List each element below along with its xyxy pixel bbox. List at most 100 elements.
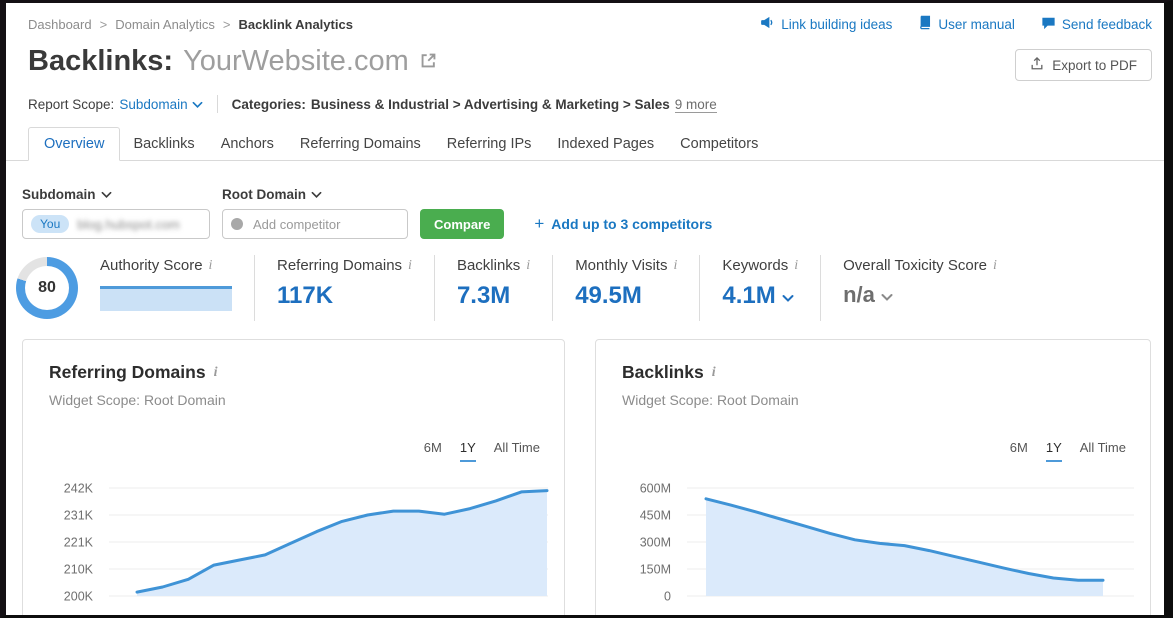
categories-text: Categories:Business & Industrial > Adver… xyxy=(232,97,717,112)
link-building-ideas-label: Link building ideas xyxy=(781,17,892,32)
time-range-6m[interactable]: 6M xyxy=(424,440,442,462)
send-feedback-link[interactable]: Send feedback xyxy=(1041,16,1152,33)
tab-referring-domains[interactable]: Referring Domains xyxy=(287,128,434,160)
megaphone-icon xyxy=(760,15,775,33)
authority-score-label: Authority Score xyxy=(100,257,203,274)
export-to-pdf-button[interactable]: Export to PDF xyxy=(1015,49,1152,81)
metric-authority-score: Authority Score i xyxy=(92,255,254,321)
root-domain-dropdown[interactable]: Root Domain xyxy=(222,187,322,202)
send-feedback-label: Send feedback xyxy=(1062,17,1152,32)
add-competitor-input[interactable] xyxy=(251,216,385,233)
svg-text:300M: 300M xyxy=(640,536,671,550)
export-icon xyxy=(1030,56,1044,74)
referring-domains-widget: Referring Domains i Widget Scope: Root D… xyxy=(22,339,565,618)
monthly-visits-value[interactable]: 49.5M xyxy=(575,282,677,310)
info-icon[interactable]: i xyxy=(526,258,530,274)
svg-text:0: 0 xyxy=(664,590,671,604)
add-competitors-link[interactable]: + Add up to 3 competitors xyxy=(534,214,712,234)
metric-monthly-visits: Monthly Visits i 49.5M xyxy=(552,255,699,321)
tab-indexed-pages[interactable]: Indexed Pages xyxy=(544,128,667,160)
chevron-down-icon xyxy=(101,187,112,202)
categories-more-link[interactable]: 9 more xyxy=(675,97,717,113)
report-scope-dropdown[interactable]: Subdomain xyxy=(119,97,202,112)
report-scope-row: Report Scope: Subdomain Categories:Busin… xyxy=(28,95,717,113)
backlinks-label: Backlinks xyxy=(457,257,520,274)
backlinks-widget-title: Backlinks xyxy=(622,362,704,383)
info-icon[interactable]: i xyxy=(712,365,716,381)
monthly-visits-label: Monthly Visits xyxy=(575,257,667,274)
breadcrumb-item[interactable]: Domain Analytics xyxy=(115,17,215,32)
metric-referring-domains: Referring Domains i 117K xyxy=(254,255,434,321)
backlinks-widget: Backlinks i Widget Scope: Root Domain 6M… xyxy=(595,339,1151,618)
svg-text:150M: 150M xyxy=(640,563,671,577)
breadcrumb-item[interactable]: Dashboard xyxy=(28,17,92,32)
tab-bar: OverviewBacklinksAnchorsReferring Domain… xyxy=(6,127,1164,161)
link-building-ideas-link[interactable]: Link building ideas xyxy=(760,15,892,33)
keywords-label: Keywords xyxy=(722,257,788,274)
competitor-filter-row: You blog.hubspot.com Compare + Add up to… xyxy=(22,209,712,239)
svg-text:210K: 210K xyxy=(64,563,94,577)
info-icon[interactable]: i xyxy=(993,258,997,274)
user-manual-link[interactable]: User manual xyxy=(918,15,1015,33)
referring-domains-value[interactable]: 117K xyxy=(277,282,412,310)
chevron-down-icon xyxy=(782,282,794,310)
time-range-all-time[interactable]: All Time xyxy=(1080,440,1126,462)
time-range-1y[interactable]: 1Y xyxy=(1046,440,1062,462)
info-icon[interactable]: i xyxy=(214,365,218,381)
tab-anchors[interactable]: Anchors xyxy=(208,128,287,160)
compare-button[interactable]: Compare xyxy=(420,209,504,239)
info-icon[interactable]: i xyxy=(209,258,213,274)
page-title: Backlinks: YourWebsite.com xyxy=(28,43,438,79)
svg-text:242K: 242K xyxy=(64,482,94,496)
metrics-row: 80 Authority Score i Referring Domains i… xyxy=(16,255,1152,321)
export-to-pdf-label: Export to PDF xyxy=(1052,58,1137,73)
authority-score-gauge: 80 xyxy=(16,255,92,319)
add-competitors-label: Add up to 3 competitors xyxy=(551,216,712,232)
info-icon[interactable]: i xyxy=(408,258,412,274)
chevron-down-icon xyxy=(311,187,322,202)
metric-backlinks: Backlinks i 7.3M xyxy=(434,255,552,321)
authority-score-bar xyxy=(100,286,232,311)
header-links: Link building ideas User manual Send fee… xyxy=(760,15,1152,33)
user-manual-label: User manual xyxy=(938,17,1015,32)
backlinks-value[interactable]: 7.3M xyxy=(457,282,530,310)
toxicity-label: Overall Toxicity Score xyxy=(843,257,987,274)
time-range-selector: 6M 1Y All Time xyxy=(424,440,540,462)
time-range-1y[interactable]: 1Y xyxy=(460,440,476,462)
time-range-6m[interactable]: 6M xyxy=(1010,440,1028,462)
your-domain-blurred-value: blog.hubspot.com xyxy=(77,217,180,232)
widget-scope-text: Widget Scope: Root Domain xyxy=(49,392,226,408)
filter-labels: Subdomain Root Domain xyxy=(22,187,322,202)
report-scope-label: Report Scope: xyxy=(28,97,114,112)
svg-text:600M: 600M xyxy=(640,482,671,496)
you-badge: You xyxy=(31,215,69,233)
breadcrumb-item: Backlink Analytics xyxy=(239,17,353,32)
page-title-prefix: Backlinks: xyxy=(28,43,173,79)
title-row: Backlinks: YourWebsite.com Export to PDF xyxy=(28,43,1152,81)
tab-backlinks[interactable]: Backlinks xyxy=(120,128,207,160)
tab-overview[interactable]: Overview xyxy=(28,127,120,161)
keywords-value-dropdown[interactable]: 4.1M xyxy=(722,282,798,310)
referring-domains-chart: 242K231K221K210K200K xyxy=(25,472,564,618)
subdomain-dropdown[interactable]: Subdomain xyxy=(22,187,222,202)
svg-text:221K: 221K xyxy=(64,536,94,550)
breadcrumb: Dashboard>Domain Analytics>Backlink Anal… xyxy=(28,17,353,32)
svg-text:200K: 200K xyxy=(64,590,94,604)
time-range-all-time[interactable]: All Time xyxy=(494,440,540,462)
svg-text:450M: 450M xyxy=(640,509,671,523)
competitor-dot-icon xyxy=(231,218,243,230)
tab-competitors[interactable]: Competitors xyxy=(667,128,771,160)
speech-bubble-icon xyxy=(1041,16,1056,33)
tab-referring-ips[interactable]: Referring IPs xyxy=(434,128,545,160)
report-scope-value: Subdomain xyxy=(119,97,187,112)
toxicity-value-dropdown[interactable]: n/a xyxy=(843,282,997,308)
info-icon[interactable]: i xyxy=(673,258,677,274)
add-competitor-field[interactable] xyxy=(222,209,408,239)
your-domain-field[interactable]: You blog.hubspot.com xyxy=(22,209,210,239)
authority-score-value: 80 xyxy=(38,279,56,297)
plus-icon: + xyxy=(534,214,544,234)
info-icon[interactable]: i xyxy=(794,258,798,274)
metric-keywords: Keywords i 4.1M xyxy=(699,255,820,321)
external-link-icon[interactable] xyxy=(419,43,438,79)
metric-toxicity: Overall Toxicity Score i n/a xyxy=(820,255,1019,321)
